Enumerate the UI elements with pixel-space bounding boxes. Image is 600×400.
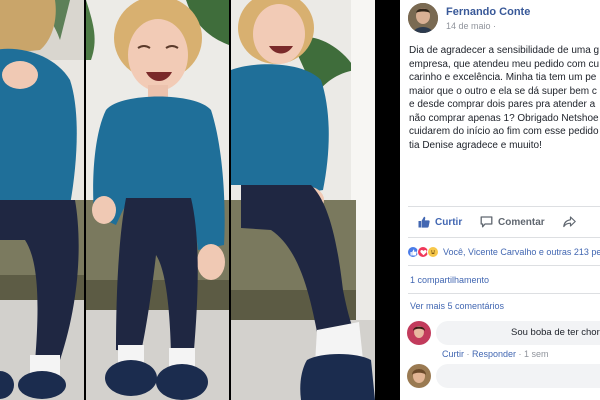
shares-count[interactable]: 1 compartilhamento (410, 275, 489, 285)
divider (408, 206, 600, 207)
commenter-avatar-image (407, 321, 431, 345)
like-label: Curtir (435, 216, 463, 228)
post-actions: Curtir Comentar (408, 214, 600, 234)
post-date[interactable]: 14 de maio · (446, 21, 496, 31)
post-header: Fernando Conte 14 de maio · (408, 3, 600, 33)
commenter-avatar-image (407, 364, 431, 388)
reaction-haha-icon (427, 246, 439, 258)
comment-label: Comentar (498, 216, 545, 228)
post-text-line: cuidarem do início ao fim com esse pedid… (409, 126, 599, 137)
photo-panel-2 (86, 0, 229, 400)
thumbs-up-icon (418, 216, 430, 228)
comment-text: Sou boba de ter chora (511, 327, 600, 338)
divider (408, 293, 600, 294)
speech-bubble-icon (480, 216, 493, 228)
photo-panel-3 (231, 0, 375, 400)
post-text-line: tia Denise agradece e muuito! (409, 139, 542, 151)
divider (408, 237, 600, 238)
author-avatar-image (408, 3, 438, 33)
commenter-avatar[interactable] (407, 364, 431, 388)
woman-laughing-covering-face-photo (0, 0, 84, 400)
comment-button[interactable]: Comentar (480, 216, 545, 228)
post-text-line: Dia de agradecer a sensibilidade de uma … (409, 45, 600, 56)
reactions-summary[interactable]: Você, Vicente Carvalho e outras 213 pes (407, 246, 600, 258)
divider (408, 265, 600, 266)
commenter-avatar[interactable] (407, 321, 431, 345)
comment-time: · 1 sem (516, 349, 549, 359)
comment-like-link[interactable]: Curtir (442, 349, 464, 359)
reactions-text[interactable]: Você, Vicente Carvalho e outras 213 pes (443, 247, 600, 257)
facebook-post: Fernando Conte 14 de maio · Dia de agrad… (400, 0, 600, 400)
post-text-line: maior que o outro e ela se dá super bem … (409, 85, 597, 97)
photo-panel-1 (0, 0, 84, 400)
comment-reply-link[interactable]: Responder (472, 349, 516, 359)
post-text-line: não comprar apenas 1? Obrigado Netshoe (409, 112, 599, 124)
comment-meta-separator: · (464, 349, 472, 359)
author-name[interactable]: Fernando Conte (446, 6, 530, 18)
author-avatar[interactable] (408, 3, 438, 33)
share-button[interactable] (563, 216, 581, 228)
post-text: Dia de agradecer a sensibilidade de uma … (409, 44, 600, 152)
comment-bubble (436, 364, 600, 388)
like-button[interactable]: Curtir (418, 216, 462, 228)
photo-collage[interactable] (0, 0, 375, 400)
comment-meta: Curtir · Responder · 1 sem (442, 349, 549, 359)
post-text-line: e desde comprar dois pares pra atender a (409, 99, 596, 110)
view-more-comments-link[interactable]: Ver mais 5 comentários (410, 301, 504, 311)
post-text-line: carinho e excelência. Minha tia tem um p… (409, 72, 597, 83)
woman-laughing-sitting-photo (86, 0, 229, 400)
woman-showing-shoe-photo (231, 0, 375, 400)
share-arrow-icon (563, 216, 576, 228)
post-text-line: empresa, que atendeu meu pedido com cu (409, 58, 600, 70)
